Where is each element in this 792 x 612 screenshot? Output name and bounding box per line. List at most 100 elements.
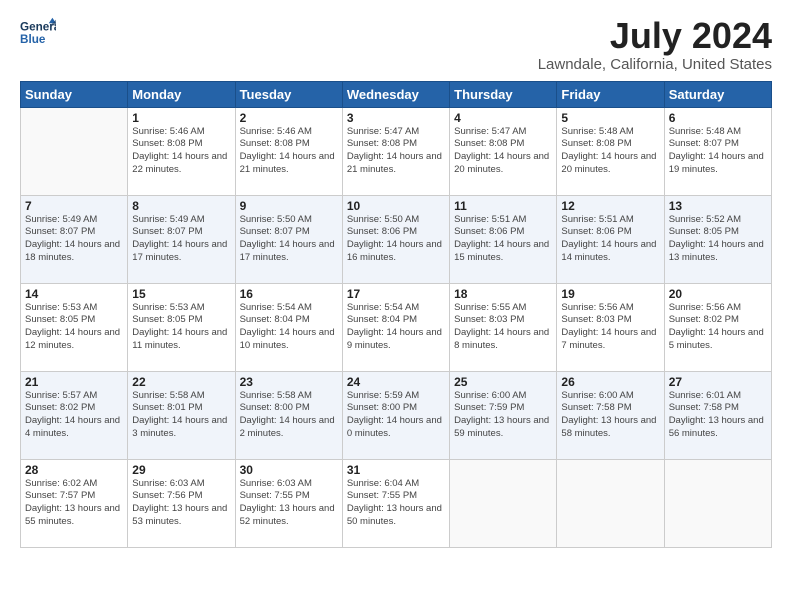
day-info: Sunrise: 5:54 AMSunset: 8:04 PMDaylight:… xyxy=(347,302,445,353)
calendar-day: 7Sunrise: 5:49 AMSunset: 8:07 PMDaylight… xyxy=(21,195,128,283)
calendar-day: 18Sunrise: 5:55 AMSunset: 8:03 PMDayligh… xyxy=(450,283,557,371)
calendar-day: 29Sunrise: 6:03 AMSunset: 7:56 PMDayligh… xyxy=(128,459,235,547)
col-friday: Friday xyxy=(557,81,664,107)
calendar-week-4: 21Sunrise: 5:57 AMSunset: 8:02 PMDayligh… xyxy=(21,371,772,459)
day-info: Sunrise: 5:48 AMSunset: 8:07 PMDaylight:… xyxy=(669,126,767,177)
day-info: Sunrise: 5:53 AMSunset: 8:05 PMDaylight:… xyxy=(25,302,123,353)
day-number: 28 xyxy=(25,463,123,477)
day-number: 18 xyxy=(454,287,552,301)
calendar-day xyxy=(664,459,771,547)
day-number: 5 xyxy=(561,111,659,125)
col-thursday: Thursday xyxy=(450,81,557,107)
calendar-day: 31Sunrise: 6:04 AMSunset: 7:55 PMDayligh… xyxy=(342,459,449,547)
day-number: 9 xyxy=(240,199,338,213)
col-saturday: Saturday xyxy=(664,81,771,107)
calendar-day: 11Sunrise: 5:51 AMSunset: 8:06 PMDayligh… xyxy=(450,195,557,283)
day-number: 8 xyxy=(132,199,230,213)
day-number: 26 xyxy=(561,375,659,389)
calendar-day xyxy=(557,459,664,547)
day-number: 10 xyxy=(347,199,445,213)
calendar-day: 4Sunrise: 5:47 AMSunset: 8:08 PMDaylight… xyxy=(450,107,557,195)
day-number: 24 xyxy=(347,375,445,389)
day-info: Sunrise: 5:48 AMSunset: 8:08 PMDaylight:… xyxy=(561,126,659,177)
calendar-day: 25Sunrise: 6:00 AMSunset: 7:59 PMDayligh… xyxy=(450,371,557,459)
day-info: Sunrise: 5:49 AMSunset: 8:07 PMDaylight:… xyxy=(25,214,123,265)
day-info: Sunrise: 5:56 AMSunset: 8:02 PMDaylight:… xyxy=(669,302,767,353)
calendar-day: 2Sunrise: 5:46 AMSunset: 8:08 PMDaylight… xyxy=(235,107,342,195)
col-wednesday: Wednesday xyxy=(342,81,449,107)
calendar-day: 20Sunrise: 5:56 AMSunset: 8:02 PMDayligh… xyxy=(664,283,771,371)
calendar-day: 6Sunrise: 5:48 AMSunset: 8:07 PMDaylight… xyxy=(664,107,771,195)
calendar-day xyxy=(450,459,557,547)
day-number: 23 xyxy=(240,375,338,389)
calendar-day: 15Sunrise: 5:53 AMSunset: 8:05 PMDayligh… xyxy=(128,283,235,371)
day-number: 27 xyxy=(669,375,767,389)
day-info: Sunrise: 5:55 AMSunset: 8:03 PMDaylight:… xyxy=(454,302,552,353)
calendar-day: 10Sunrise: 5:50 AMSunset: 8:06 PMDayligh… xyxy=(342,195,449,283)
calendar-week-1: 1Sunrise: 5:46 AMSunset: 8:08 PMDaylight… xyxy=(21,107,772,195)
day-info: Sunrise: 5:53 AMSunset: 8:05 PMDaylight:… xyxy=(132,302,230,353)
day-number: 6 xyxy=(669,111,767,125)
calendar-day: 3Sunrise: 5:47 AMSunset: 8:08 PMDaylight… xyxy=(342,107,449,195)
calendar-day: 28Sunrise: 6:02 AMSunset: 7:57 PMDayligh… xyxy=(21,459,128,547)
day-number: 13 xyxy=(669,199,767,213)
calendar-day: 23Sunrise: 5:58 AMSunset: 8:00 PMDayligh… xyxy=(235,371,342,459)
calendar-day: 13Sunrise: 5:52 AMSunset: 8:05 PMDayligh… xyxy=(664,195,771,283)
calendar-day: 24Sunrise: 5:59 AMSunset: 8:00 PMDayligh… xyxy=(342,371,449,459)
day-number: 11 xyxy=(454,199,552,213)
calendar-week-2: 7Sunrise: 5:49 AMSunset: 8:07 PMDaylight… xyxy=(21,195,772,283)
day-info: Sunrise: 5:47 AMSunset: 8:08 PMDaylight:… xyxy=(347,126,445,177)
day-info: Sunrise: 5:51 AMSunset: 8:06 PMDaylight:… xyxy=(454,214,552,265)
calendar-day: 21Sunrise: 5:57 AMSunset: 8:02 PMDayligh… xyxy=(21,371,128,459)
header: General Blue July 2024 Lawndale, Califor… xyxy=(20,16,772,73)
day-number: 14 xyxy=(25,287,123,301)
day-info: Sunrise: 5:59 AMSunset: 8:00 PMDaylight:… xyxy=(347,390,445,441)
calendar-table: Sunday Monday Tuesday Wednesday Thursday… xyxy=(20,81,772,548)
calendar-day: 27Sunrise: 6:01 AMSunset: 7:58 PMDayligh… xyxy=(664,371,771,459)
svg-text:Blue: Blue xyxy=(20,33,46,46)
day-number: 2 xyxy=(240,111,338,125)
calendar-subtitle: Lawndale, California, United States xyxy=(538,56,772,73)
day-info: Sunrise: 5:50 AMSunset: 8:07 PMDaylight:… xyxy=(240,214,338,265)
day-number: 25 xyxy=(454,375,552,389)
day-number: 19 xyxy=(561,287,659,301)
day-number: 7 xyxy=(25,199,123,213)
calendar-day: 1Sunrise: 5:46 AMSunset: 8:08 PMDaylight… xyxy=(128,107,235,195)
day-number: 30 xyxy=(240,463,338,477)
day-number: 21 xyxy=(25,375,123,389)
header-row: Sunday Monday Tuesday Wednesday Thursday… xyxy=(21,81,772,107)
day-info: Sunrise: 5:51 AMSunset: 8:06 PMDaylight:… xyxy=(561,214,659,265)
day-number: 22 xyxy=(132,375,230,389)
day-number: 29 xyxy=(132,463,230,477)
day-number: 12 xyxy=(561,199,659,213)
col-sunday: Sunday xyxy=(21,81,128,107)
logo: General Blue xyxy=(20,16,60,52)
day-info: Sunrise: 6:04 AMSunset: 7:55 PMDaylight:… xyxy=(347,478,445,529)
calendar-day xyxy=(21,107,128,195)
day-number: 20 xyxy=(669,287,767,301)
day-info: Sunrise: 5:58 AMSunset: 8:01 PMDaylight:… xyxy=(132,390,230,441)
calendar-day: 9Sunrise: 5:50 AMSunset: 8:07 PMDaylight… xyxy=(235,195,342,283)
title-area: July 2024 Lawndale, California, United S… xyxy=(538,16,772,73)
calendar-day: 22Sunrise: 5:58 AMSunset: 8:01 PMDayligh… xyxy=(128,371,235,459)
calendar-day: 19Sunrise: 5:56 AMSunset: 8:03 PMDayligh… xyxy=(557,283,664,371)
day-info: Sunrise: 6:00 AMSunset: 7:58 PMDaylight:… xyxy=(561,390,659,441)
calendar-week-3: 14Sunrise: 5:53 AMSunset: 8:05 PMDayligh… xyxy=(21,283,772,371)
calendar-day: 16Sunrise: 5:54 AMSunset: 8:04 PMDayligh… xyxy=(235,283,342,371)
calendar-day: 5Sunrise: 5:48 AMSunset: 8:08 PMDaylight… xyxy=(557,107,664,195)
page: General Blue July 2024 Lawndale, Califor… xyxy=(0,0,792,558)
day-info: Sunrise: 5:47 AMSunset: 8:08 PMDaylight:… xyxy=(454,126,552,177)
calendar-day: 14Sunrise: 5:53 AMSunset: 8:05 PMDayligh… xyxy=(21,283,128,371)
day-info: Sunrise: 5:58 AMSunset: 8:00 PMDaylight:… xyxy=(240,390,338,441)
day-number: 1 xyxy=(132,111,230,125)
col-monday: Monday xyxy=(128,81,235,107)
calendar-day: 8Sunrise: 5:49 AMSunset: 8:07 PMDaylight… xyxy=(128,195,235,283)
logo-icon: General Blue xyxy=(20,16,56,52)
day-info: Sunrise: 6:01 AMSunset: 7:58 PMDaylight:… xyxy=(669,390,767,441)
day-info: Sunrise: 5:56 AMSunset: 8:03 PMDaylight:… xyxy=(561,302,659,353)
day-info: Sunrise: 5:50 AMSunset: 8:06 PMDaylight:… xyxy=(347,214,445,265)
calendar-day: 17Sunrise: 5:54 AMSunset: 8:04 PMDayligh… xyxy=(342,283,449,371)
day-info: Sunrise: 5:52 AMSunset: 8:05 PMDaylight:… xyxy=(669,214,767,265)
day-info: Sunrise: 6:03 AMSunset: 7:56 PMDaylight:… xyxy=(132,478,230,529)
day-info: Sunrise: 5:49 AMSunset: 8:07 PMDaylight:… xyxy=(132,214,230,265)
